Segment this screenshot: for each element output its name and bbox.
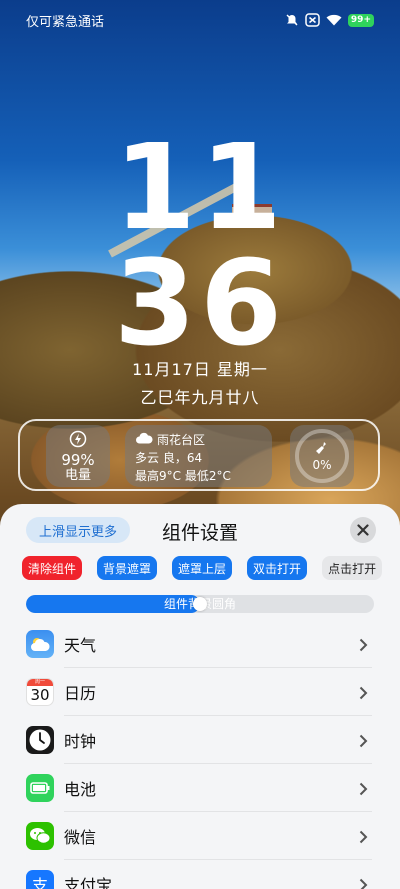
- weather-location: 雨花台区: [157, 433, 206, 447]
- battery-widget-label: 电量: [64, 467, 91, 483]
- alipay-icon: 支: [26, 870, 54, 889]
- mute-icon: [285, 13, 299, 27]
- broom-icon: [315, 441, 329, 458]
- calendar-icon-day: 30: [30, 686, 50, 704]
- cleaner-widget[interactable]: 0%: [290, 425, 354, 487]
- battery-widget-percent: 99%: [61, 450, 95, 469]
- list-item-wechat[interactable]: 微信: [0, 812, 400, 860]
- widget-settings-sheet: 上滑显示更多 组件设置 清除组件 背景遮罩 遮罩上层 双击打开 点击打开 组件背…: [0, 504, 400, 889]
- date-text: 11月17日 星期一: [132, 360, 268, 379]
- cleaner-ring: 0%: [295, 429, 349, 483]
- weather-icon: [26, 630, 54, 658]
- clock-minute: 36: [113, 234, 287, 372]
- clock-hour: 11: [113, 118, 287, 256]
- wechat-icon: [26, 822, 54, 850]
- background-mask-chip[interactable]: 背景遮罩: [97, 556, 158, 580]
- list-item-weather[interactable]: 天气: [0, 620, 400, 668]
- list-item-calendar[interactable]: 周一 30 日历: [0, 668, 400, 716]
- battery-widget[interactable]: 99% 电量: [46, 425, 110, 487]
- status-bar: 仅可紧急通话 99+: [0, 0, 400, 40]
- widget-list: 天气 周一 30 日历 时钟 电池 微信 支 支付宝: [0, 620, 400, 889]
- list-item-battery[interactable]: 电池: [0, 764, 400, 812]
- clear-widget-chip[interactable]: 清除组件: [22, 556, 83, 580]
- list-item-clock[interactable]: 时钟: [0, 716, 400, 764]
- calendar-icon-weekday: 周一: [27, 679, 53, 686]
- chevron-right-icon: [359, 781, 368, 800]
- list-item-label: 电池: [64, 780, 97, 799]
- list-item-label: 天气: [64, 636, 97, 655]
- battery-icon: 99+: [347, 13, 374, 27]
- clock-icon: [26, 726, 54, 754]
- calendar-icon: 周一 30: [26, 678, 54, 706]
- chevron-right-icon: [359, 637, 368, 656]
- chevron-right-icon: [359, 733, 368, 752]
- close-icon: [357, 521, 369, 540]
- status-icons: 99+: [285, 13, 374, 27]
- chevron-right-icon: [359, 829, 368, 848]
- battery-app-icon: [26, 774, 54, 802]
- chevron-right-icon: [359, 685, 368, 704]
- list-item-label: 时钟: [64, 732, 97, 751]
- weather-range: 最高9°C 最低2°C: [135, 469, 231, 483]
- slider-knob[interactable]: [193, 597, 207, 611]
- bolt-icon: [69, 430, 87, 452]
- tap-open-chip[interactable]: 点击打开: [322, 556, 383, 580]
- weather-condition: 多云 良，64: [135, 451, 203, 465]
- list-item-alipay[interactable]: 支 支付宝: [0, 860, 400, 889]
- list-item-label: 日历: [64, 684, 97, 703]
- close-button[interactable]: [350, 517, 376, 543]
- cleaner-percent: 0%: [312, 457, 332, 472]
- option-chips: 清除组件 背景遮罩 遮罩上层 双击打开 点击打开: [22, 556, 383, 580]
- cloud-icon: [135, 431, 153, 449]
- weather-widget[interactable]: 雨花台区 多云 良，64 最高9°C 最低2°C: [125, 425, 272, 487]
- list-item-label: 支付宝: [64, 876, 113, 889]
- no-sim-icon: [305, 13, 320, 27]
- lunar-date-text: 乙巳年九月廿八: [140, 388, 260, 407]
- list-item-label: 微信: [64, 828, 97, 847]
- mask-top-layer-chip[interactable]: 遮罩上层: [172, 556, 233, 580]
- sheet-title: 组件设置: [161, 522, 238, 544]
- wifi-icon: [326, 14, 342, 26]
- double-tap-open-chip[interactable]: 双击打开: [247, 556, 308, 580]
- chevron-right-icon: [359, 877, 368, 889]
- carrier-text: 仅可紧急通话: [26, 14, 105, 30]
